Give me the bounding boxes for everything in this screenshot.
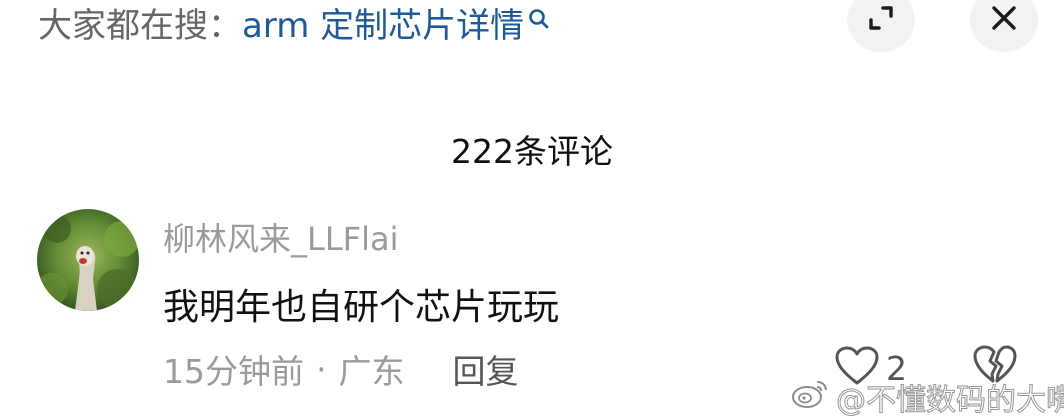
- watermark-text: @不懂数码的大嘴: [836, 383, 1064, 419]
- close-icon: [989, 3, 1019, 37]
- comment-username[interactable]: 柳林风来_LLFlai: [163, 214, 398, 260]
- comment-meta: 15分钟前 · 广东 回复: [163, 345, 519, 393]
- avatar[interactable]: [37, 209, 139, 311]
- trending-search-query-link[interactable]: arm 定制芯片详情: [242, 0, 524, 47]
- close-button[interactable]: [970, 0, 1038, 52]
- expand-button[interactable]: [847, 0, 915, 52]
- search-icon[interactable]: [528, 0, 550, 29]
- expand-icon: [864, 1, 898, 39]
- reply-button[interactable]: 回复: [453, 345, 519, 393]
- meta-separator: ·: [316, 349, 327, 389]
- comments-count-title: 222条评论: [451, 132, 613, 171]
- weibo-logo-icon: [790, 377, 830, 417]
- trending-search-prefix: 大家都在搜：: [38, 5, 242, 46]
- comment-text: 我明年也自研个芯片玩玩: [163, 287, 560, 328]
- trending-search-bar[interactable]: 大家都在搜： arm 定制芯片详情: [38, 0, 550, 47]
- comment-location: 广东: [338, 352, 405, 391]
- watermark: @不懂数码的大嘴: [790, 375, 1064, 419]
- comment-timestamp: 15分钟前: [163, 352, 304, 391]
